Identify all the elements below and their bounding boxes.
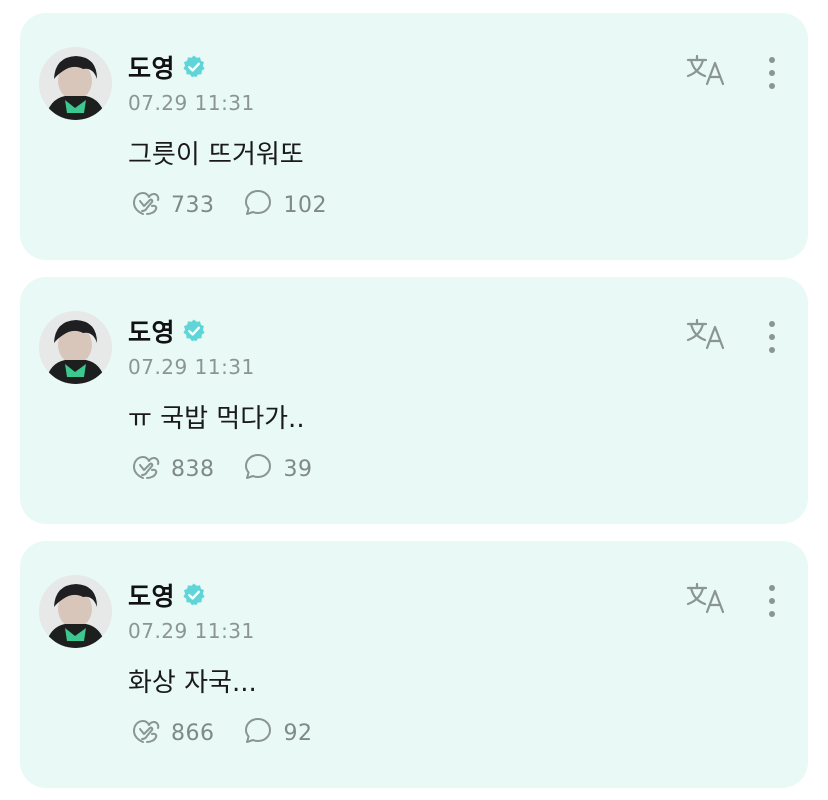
comment-count: 39: [283, 456, 313, 482]
comment-count: 102: [283, 192, 327, 218]
comment-count: 92: [283, 720, 313, 746]
comment-button[interactable]: 39: [241, 450, 313, 488]
more-options-button[interactable]: [760, 55, 784, 95]
more-vertical-icon: [768, 56, 776, 94]
more-vertical-icon: [768, 584, 776, 622]
post-card[interactable]: 도영 07.29 11:31 그릇이 뜨거워또 733 102: [20, 13, 808, 260]
author-name[interactable]: 도영: [128, 49, 175, 85]
author-row: 도영: [128, 50, 207, 84]
speech-bubble-icon: [241, 186, 275, 224]
verified-badge-icon: [181, 54, 207, 80]
translate-button[interactable]: [684, 582, 728, 620]
speech-bubble-icon: [241, 714, 275, 752]
more-vertical-icon: [768, 320, 776, 358]
translate-icon: [685, 318, 727, 356]
like-count: 866: [171, 720, 215, 746]
like-button[interactable]: 838: [128, 450, 215, 488]
verified-badge-icon: [181, 318, 207, 344]
more-options-button[interactable]: [760, 319, 784, 359]
post-stats: 866 92: [128, 716, 339, 750]
translate-button[interactable]: [684, 318, 728, 356]
translate-icon: [685, 54, 727, 92]
post-timestamp: 07.29 11:31: [128, 619, 255, 643]
heart-hand-icon: [128, 186, 162, 224]
more-options-button[interactable]: [760, 583, 784, 623]
like-count: 838: [171, 456, 215, 482]
author-row: 도영: [128, 314, 207, 348]
translate-icon: [685, 582, 727, 620]
post-stats: 733 102: [128, 188, 353, 222]
post-text: 화상 자국...: [128, 668, 257, 698]
heart-hand-icon: [128, 450, 162, 488]
post-text: ㅠ 국밥 먹다가..: [128, 404, 305, 434]
like-button[interactable]: 733: [128, 186, 215, 224]
speech-bubble-icon: [241, 450, 275, 488]
translate-button[interactable]: [684, 54, 728, 92]
post-timestamp: 07.29 11:31: [128, 91, 255, 115]
post-stats: 838 39: [128, 452, 339, 486]
post-timestamp: 07.29 11:31: [128, 355, 255, 379]
heart-hand-icon: [128, 714, 162, 752]
post-card[interactable]: 도영 07.29 11:31 ㅠ 국밥 먹다가.. 838 39: [20, 277, 808, 524]
author-name[interactable]: 도영: [128, 313, 175, 349]
avatar[interactable]: [39, 311, 112, 384]
avatar[interactable]: [39, 575, 112, 648]
like-button[interactable]: 866: [128, 714, 215, 752]
comment-button[interactable]: 92: [241, 714, 313, 752]
avatar[interactable]: [39, 47, 112, 120]
post-text: 그릇이 뜨거워또: [128, 140, 304, 170]
verified-badge-icon: [181, 582, 207, 608]
author-name[interactable]: 도영: [128, 577, 175, 613]
post-card[interactable]: 도영 07.29 11:31 화상 자국... 866 92: [20, 541, 808, 788]
comment-button[interactable]: 102: [241, 186, 328, 224]
author-row: 도영: [128, 578, 207, 612]
like-count: 733: [171, 192, 215, 218]
